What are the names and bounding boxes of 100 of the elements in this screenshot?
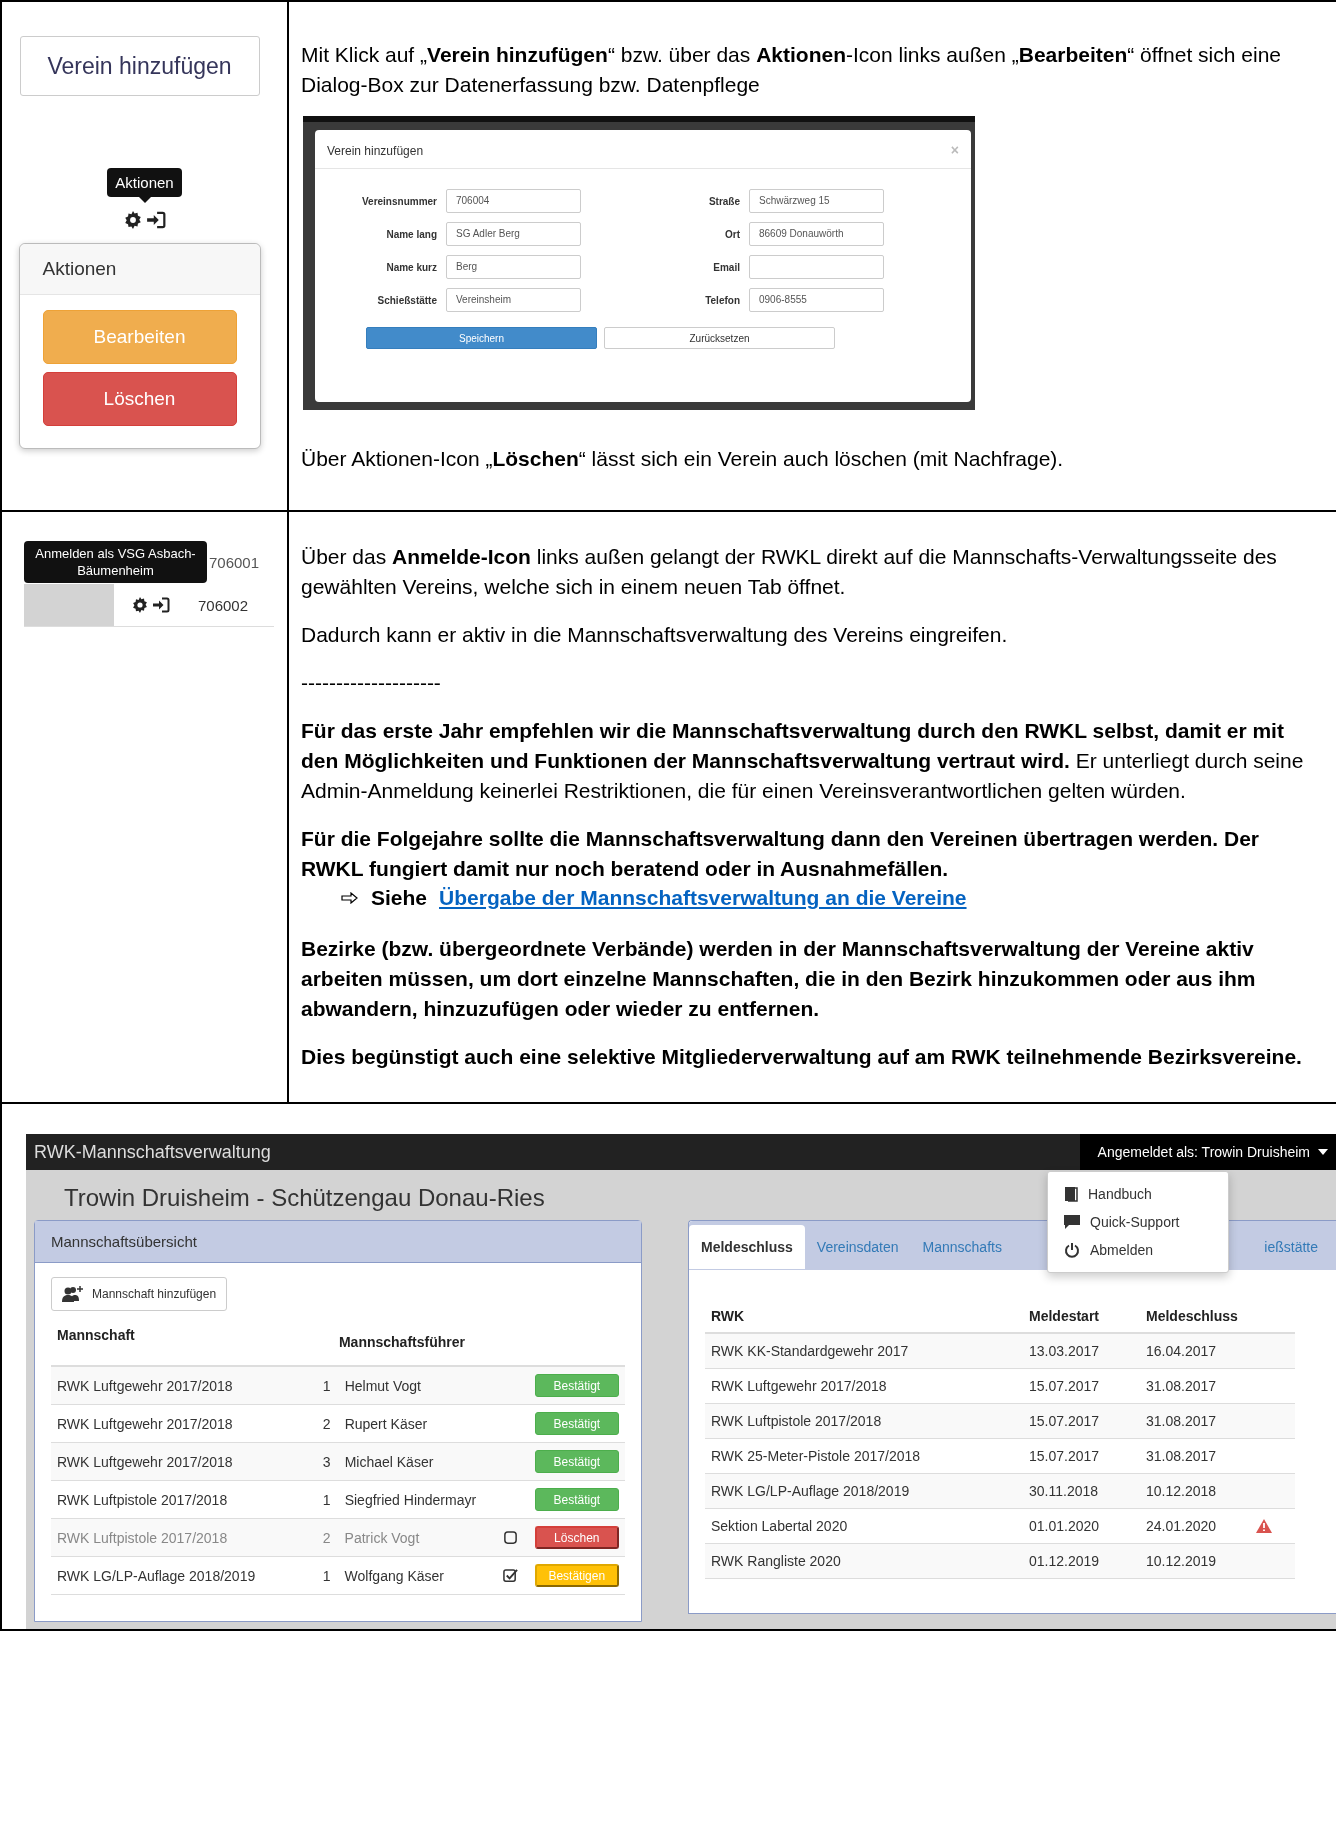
table-cell-text: 15.07.2017 <box>1029 1448 1101 1464</box>
paragraph: Bezirke (bzw. übergeordnete Verbände) werden in der Mannschaftsverwaltung der Vereine aktiv arbeiten müssen, um dort einzelne Mannschaften, die in den Bezirk hinzukommen oder aus ihm abwandern, hinzuzufügen oder wieder zu entfernen. <box>301 936 1257 1022</box>
table-cell-text: RWK Luftgewehr 2017/2018 <box>57 1453 234 1470</box>
table-cell-text: Wolfgang Käser <box>344 1566 445 1586</box>
table-cell-text: RWK KK-Standardgewehr 2017 <box>711 1343 910 1359</box>
table-cell-text: RWK Luftgewehr 2017/2018 <box>57 1415 234 1432</box>
field-label: Vereinsnummer <box>360 195 437 207</box>
panel-title: Mannschaftsübersicht <box>35 1221 641 1263</box>
see-label: Siehe <box>371 886 428 910</box>
table-cell-text: RWK Luftgewehr 2017/2018 <box>57 1377 234 1394</box>
field-label: Ort <box>724 228 740 240</box>
table-cell-text: 30.11.2018 <box>1029 1483 1100 1499</box>
paragraph: Für das erste Jahr empfehlen wir die Mannschaftsverwaltung durch den RWKL selbst, damit er mit den Möglichkeiten und Funktionen der Mannschaftsverwaltung vertraut wird. Er unterliegt durch seine Admin-Anmeldung keinerlei Restriktionen, die für einen Vereinsverantwortlichen gelten würden. <box>301 718 1305 804</box>
checkbox[interactable] <box>503 1568 519 1583</box>
table-cell-text: 31.08.2017 <box>1146 1448 1218 1464</box>
popover-title: Aktionen <box>19 244 260 295</box>
table-cell-text: RWK LG/LP-Auflage 2018/2019 <box>711 1483 911 1499</box>
table-cell-text: 1 <box>321 1377 331 1394</box>
table-cell-text: Sektion Labertal 2020 <box>711 1518 849 1534</box>
table-cell-text: RWK Luftpistole 2017/2018 <box>57 1529 229 1546</box>
menu-item[interactable]: Quick-Support <box>1048 1208 1228 1236</box>
table-cell-text: RWK Luftpistole 2017/2018 <box>57 1491 229 1508</box>
menu-item[interactable]: Handbuch <box>1048 1180 1228 1208</box>
arrow-icon <box>341 892 359 904</box>
column-header: Meldeschluss <box>1146 1308 1239 1324</box>
input-field[interactable]: SG Adler Berg <box>446 222 581 246</box>
column-header: Mannschaft <box>57 1327 136 1345</box>
dialog-title: Verein hinzufügen <box>327 144 424 158</box>
table-cell-text: 3 <box>321 1453 331 1470</box>
input-field[interactable]: Berg <box>446 255 581 279</box>
paragraph: Für die Folgejahre sollte die Mannschaftsverwaltung dann den Vereinen übertragen werden. Der RWKL fungiert damit nur noch beratend oder in Ausnahmefällen. <box>301 826 1261 882</box>
table-cell-text: 01.01.2020 <box>1029 1518 1101 1534</box>
table-cell-text: 15.07.2017 <box>1029 1378 1101 1394</box>
table-cell-text: 15.07.2017 <box>1029 1413 1101 1429</box>
field-label: Name lang <box>385 228 437 240</box>
field-label: Straße <box>707 195 740 207</box>
paragraph: Mit Klick auf „Verein hinzufügen“ bzw. über das Aktionen-Icon links außen „Bearbeiten“ öffnet sich eine Dialog-Box zur Datenerfassung bzw. Datenpflege <box>301 42 1282 98</box>
table-cell-text: RWK Luftgewehr 2017/2018 <box>711 1378 888 1394</box>
tab[interactable]: Meldeschluss <box>689 1225 805 1269</box>
column-header: RWK <box>711 1308 746 1324</box>
add-club-button[interactable]: Verein hinzufügen <box>19 36 260 96</box>
input-field[interactable]: Vereinsheim <box>446 288 581 312</box>
tooltip: Anmelden als VSG Asbach-Bäumenheim <box>24 541 207 583</box>
gear-icon[interactable] <box>123 211 142 229</box>
comment-icon <box>1064 1215 1080 1229</box>
app-title: RWK-Mannschaftsverwaltung <box>33 1141 271 1163</box>
table-cell-text: 1 <box>321 1491 331 1508</box>
club-number: 706002 <box>198 596 249 614</box>
table-cell-text: 01.12.2019 <box>1029 1553 1101 1569</box>
field-label: Schießstätte <box>376 294 437 306</box>
table-cell-text: 16.04.2017 <box>1146 1343 1218 1359</box>
paragraph: Dadurch kann er aktiv in die Mannschaftsverwaltung des Vereins eingreifen. <box>301 622 1009 648</box>
user-plus-icon <box>62 1285 84 1303</box>
field-label: Telefon <box>704 294 740 306</box>
table-cell-text: 2 <box>321 1415 331 1432</box>
paragraph: Dies begünstigt auch eine selektive Mitgliederverwaltung auf am RWK teilnehmende Bezirksvereine. <box>301 1044 1303 1070</box>
action-button[interactable]: Löschen <box>42 372 237 426</box>
table-cell-text: 24.01.2020 <box>1146 1518 1218 1534</box>
paragraph: Über Aktionen-Icon „Löschen“ lässt sich ein Verein auch löschen (mit Nachfrage). <box>301 446 1065 472</box>
table-cell-text: RWK 25-Meter-Pistole 2017/2018 <box>711 1448 922 1464</box>
table-cell-text: 31.08.2017 <box>1146 1413 1218 1429</box>
table-cell-text: Patrick Vogt <box>344 1528 421 1548</box>
user-menu[interactable]: Angemeldet als: Trowin Druisheim <box>1079 1134 1336 1170</box>
tooltip: Aktionen <box>107 168 182 197</box>
gear-icon[interactable] <box>132 597 148 613</box>
table-cell-text: 10.12.2019 <box>1146 1553 1218 1569</box>
book-icon <box>1064 1186 1078 1202</box>
input-field[interactable]: 0906-8555 <box>749 288 884 312</box>
table-cell-text: RWK LG/LP-Auflage 2018/2019 <box>57 1567 257 1584</box>
table-cell-text: 31.08.2017 <box>1146 1378 1218 1394</box>
table-cell-text: 1 <box>321 1567 331 1584</box>
table-cell-text: 10.12.2018 <box>1146 1483 1218 1499</box>
input-field[interactable]: 86609 Donauwörth <box>749 222 884 246</box>
table-cell-text: 2 <box>321 1529 331 1546</box>
page-heading: Trowin Druisheim - Schützengau Donau-Ries <box>63 1183 545 1213</box>
add-team-button[interactable]: Mannschaft hinzufügen <box>51 1277 228 1311</box>
field-label: Email <box>712 261 740 273</box>
table-cell-text: 13.03.2017 <box>1029 1343 1101 1359</box>
table-cell-text: RWK Rangliste 2020 <box>711 1553 842 1569</box>
input-field[interactable]: Schwärzweg 15 <box>749 189 884 213</box>
sign-in-icon[interactable] <box>145 211 166 229</box>
input-field[interactable]: 706004 <box>446 189 581 213</box>
dialog-button[interactable]: Speichern <box>366 327 597 349</box>
table-cell-text: Rupert Käser <box>344 1414 429 1434</box>
field-label: Name kurz <box>385 261 437 273</box>
power-icon <box>1064 1242 1080 1258</box>
caret-icon <box>1318 1149 1328 1155</box>
column-header: Mannschaftsführer <box>338 1333 466 1352</box>
menu-item[interactable]: Abmelden <box>1048 1236 1228 1264</box>
link[interactable]: Übergabe der Mannschaftsverwaltung an die Vereine <box>439 886 967 910</box>
input-field[interactable] <box>749 255 884 279</box>
table-cell-text: Siegfried Hindermayr <box>344 1490 478 1510</box>
column-header: Meldestart <box>1029 1308 1101 1324</box>
separator-text: -------------------- <box>301 670 442 696</box>
paragraph: Über das Anmelde-Icon links außen gelangt der RWKL direkt auf die Mannschafts-Verwaltungsseite des gewählten Vereins, welche sich in einem neuen Tab öffnet. <box>301 544 1278 600</box>
dialog-button[interactable]: Zurücksetzen <box>604 327 835 349</box>
sign-in-icon[interactable] <box>152 597 170 613</box>
table-cell-text: Michael Käser <box>344 1452 435 1472</box>
table-cell-text: RWK Luftpistole 2017/2018 <box>711 1413 883 1429</box>
club-number: 706001 <box>209 553 260 571</box>
